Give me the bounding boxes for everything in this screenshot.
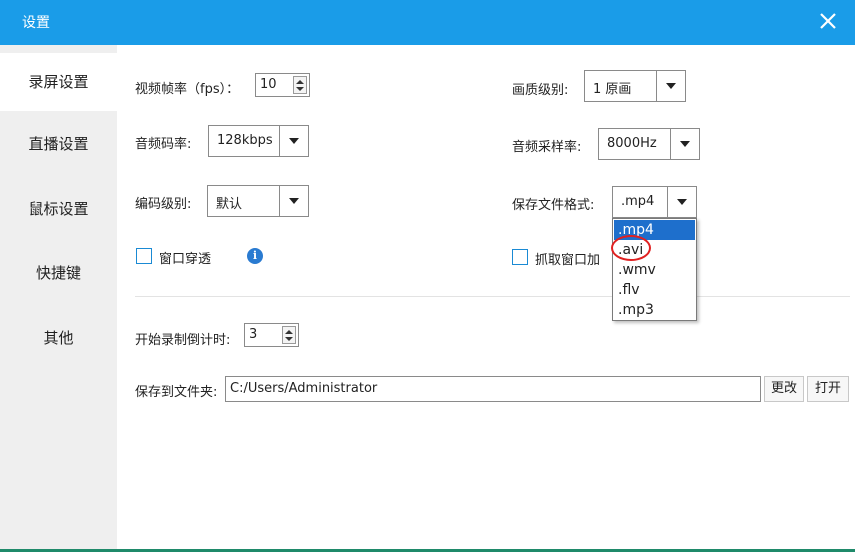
sidebar-item-other[interactable]: 其他 [0,309,117,367]
capture-window-label: 抓取窗口加 [535,253,601,268]
format-option-mp4[interactable]: .mp4 [614,220,695,240]
countdown-value: 3 [249,327,258,342]
chevron-down-icon[interactable] [670,129,699,159]
countdown-label: 开始录制倒计时: [135,333,231,348]
format-option-flv[interactable]: .flv [614,280,695,300]
fps-label: 视频帧率（fps）： [135,82,240,97]
window-title: 设置 [22,15,50,31]
chevron-down-icon[interactable] [667,187,696,217]
audio-bitrate-select[interactable]: 128kbps [208,125,309,157]
audio-bitrate-label: 音频码率: [135,137,192,152]
sidebar-item-record[interactable]: 录屏设置 [0,53,117,111]
change-folder-button[interactable]: 更改 [764,376,804,402]
chevron-down-icon[interactable] [279,126,308,156]
countdown-stepper[interactable]: 3 [244,323,299,347]
stepper-arrows-icon[interactable] [293,76,307,94]
sidebar: 录屏设置 直播设置 鼠标设置 快捷键 其他 [0,45,117,549]
section-divider [135,296,850,297]
format-option-wmv[interactable]: .wmv [614,260,695,280]
capture-window-checkbox[interactable] [512,249,528,265]
sample-rate-select[interactable]: 8000Hz [598,128,700,160]
close-icon[interactable] [815,8,841,34]
quality-value: 1 原画 [593,82,632,97]
chevron-down-icon[interactable] [656,71,685,101]
file-format-value: .mp4 [621,194,655,209]
encode-level-select[interactable]: 默认 [207,185,309,217]
chevron-down-icon[interactable] [279,186,308,216]
file-format-select[interactable]: .mp4 [612,186,697,218]
save-folder-label: 保存到文件夹: [135,385,218,400]
encode-level-value: 默认 [216,197,243,212]
quality-label: 画质级别: [512,83,569,98]
audio-bitrate-value: 128kbps [217,133,273,148]
sample-rate-value: 8000Hz [607,136,657,151]
open-folder-button[interactable]: 打开 [807,376,849,402]
file-format-label: 保存文件格式: [512,198,595,213]
sample-rate-label: 音频采样率: [512,140,582,155]
window-penetrate-checkbox[interactable] [136,248,152,264]
file-format-dropdown-list: .mp4 .avi .wmv .flv .mp3 [612,218,697,321]
info-icon[interactable]: i [247,248,263,264]
fps-value: 10 [260,77,277,92]
format-option-avi[interactable]: .avi [614,240,695,260]
encode-level-label: 编码级别: [135,197,192,212]
title-bar: 设置 [0,0,855,45]
stepper-arrows-icon[interactable] [282,326,296,344]
sidebar-item-mouse[interactable]: 鼠标设置 [0,180,117,238]
save-folder-value: C:/Users/Administrator [230,381,378,396]
save-folder-input[interactable]: C:/Users/Administrator [225,376,761,402]
quality-select[interactable]: 1 原画 [584,70,686,102]
sidebar-item-live[interactable]: 直播设置 [0,115,117,173]
window-penetrate-label: 窗口穿透 [159,252,212,267]
sidebar-item-shortcuts[interactable]: 快捷键 [0,244,117,302]
fps-stepper[interactable]: 10 [255,73,310,97]
format-option-mp3[interactable]: .mp3 [614,300,695,320]
